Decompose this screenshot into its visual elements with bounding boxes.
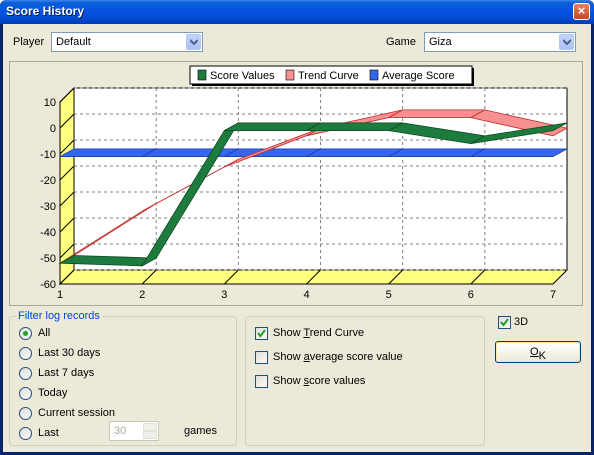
player-label: Player <box>13 36 45 48</box>
filter-option-label[interactable]: All <box>38 327 50 339</box>
filter-option-label[interactable]: Current session <box>38 407 115 419</box>
pink-square-icon <box>285 69 295 81</box>
filter-option-label[interactable]: Today <box>38 387 67 399</box>
filter-radio-5[interactable] <box>19 427 32 440</box>
x-tick-label: 4 <box>303 289 309 301</box>
y-tick-label: 0 <box>50 123 56 135</box>
filter-radio-1[interactable] <box>19 347 32 360</box>
legend-label: Score Values <box>210 70 275 82</box>
show-score-label[interactable]: Show score values <box>273 375 365 387</box>
x-tick-label: 6 <box>468 289 474 301</box>
games-count-spinner[interactable]: 30 <box>109 421 159 441</box>
player-select[interactable]: Default <box>51 32 203 52</box>
close-icon: × <box>577 3 586 18</box>
chevron-down-icon[interactable] <box>186 34 201 50</box>
chart-left-wall <box>59 86 75 286</box>
x-tick-label: 5 <box>386 289 392 301</box>
y-tick-label: -60 <box>40 279 56 291</box>
three-d-checkbox[interactable] <box>498 316 511 329</box>
green-square-icon <box>197 69 207 81</box>
score-chart: 10 0 -10 -20 -30 -40 -50 -60 1 2 3 4 5 6 7 Score Value… <box>9 61 583 306</box>
chart-canvas: 10 0 -10 -20 -30 -40 -50 -601 2 3 4 5 6 7 Score Value… <box>40 65 569 301</box>
y-tick-label: -30 <box>40 201 56 213</box>
show-trend-checkbox[interactable] <box>255 327 268 340</box>
window-title: Score History <box>6 4 85 18</box>
average-score-segment <box>141 148 239 157</box>
x-tick-label: 2 <box>139 289 145 301</box>
trend-curve-segment <box>388 109 486 118</box>
games-count-value: 30 <box>114 425 127 437</box>
game-select[interactable]: Giza <box>424 32 576 52</box>
show-trend-label[interactable]: Show Trend Curve <box>273 327 364 339</box>
average-score-segment <box>470 148 568 157</box>
display-options-group: Show Trend Curve Show average score valu… <box>245 316 485 446</box>
average-score-segment <box>224 148 321 157</box>
show-average-label[interactable]: Show average score value <box>273 351 403 363</box>
blue-square-icon <box>369 69 379 81</box>
y-tick-label: -40 <box>40 227 56 239</box>
filter-group-title: Filter log records <box>16 310 102 322</box>
spin-down-icon[interactable] <box>143 431 157 439</box>
game-label: Game <box>386 36 416 48</box>
filter-option-label[interactable]: Last <box>38 427 59 439</box>
filter-radio-4[interactable] <box>19 407 32 420</box>
score-values-segment <box>306 122 403 131</box>
filter-radio-3[interactable] <box>19 387 32 400</box>
x-tick-label: 7 <box>550 289 556 301</box>
average-score-segment <box>59 148 157 157</box>
average-score-segment <box>306 148 403 157</box>
player-select-value: Default <box>56 36 91 48</box>
legend-label: Trend Curve <box>298 70 359 82</box>
spin-up-icon[interactable] <box>143 423 157 431</box>
filter-option-label[interactable]: Last 7 days <box>38 367 94 379</box>
chevron-down-icon[interactable] <box>559 34 574 50</box>
show-average-checkbox[interactable] <box>255 351 268 364</box>
score-history-window: Score History × Player Default Game Giza… <box>0 0 594 455</box>
score-values-segment <box>224 122 321 131</box>
radio-selected-icon <box>23 331 28 336</box>
chart-legend: Score Values Trend Curve Average Score <box>189 65 474 86</box>
show-score-checkbox[interactable] <box>255 375 268 388</box>
three-d-label[interactable]: 3D <box>514 316 528 328</box>
title-bar[interactable]: Score History × <box>0 0 594 24</box>
x-tick-label: 3 <box>221 289 227 301</box>
dialog-body: Player Default Game Giza 10 0 -10 -20 -30 -40… <box>3 24 591 452</box>
filter-option-label[interactable]: Last 30 days <box>38 347 100 359</box>
filter-group: Filter log records All Last 30 days Last 7… <box>9 310 237 446</box>
filter-radio-2[interactable] <box>19 367 32 380</box>
close-button[interactable]: × <box>573 3 590 20</box>
filter-radio-0[interactable] <box>19 327 32 340</box>
y-tick-label: 10 <box>44 97 56 109</box>
y-tick-label: -10 <box>40 149 56 161</box>
games-suffix-label: games <box>184 425 218 437</box>
average-score-segment <box>388 148 486 157</box>
ok-button[interactable]: OK <box>495 341 581 363</box>
y-tick-label: -20 <box>40 175 56 187</box>
legend-label: Average Score <box>382 70 455 82</box>
y-tick-label: -50 <box>40 253 56 265</box>
x-tick-label: 1 <box>57 289 63 301</box>
game-select-value: Giza <box>429 36 452 48</box>
